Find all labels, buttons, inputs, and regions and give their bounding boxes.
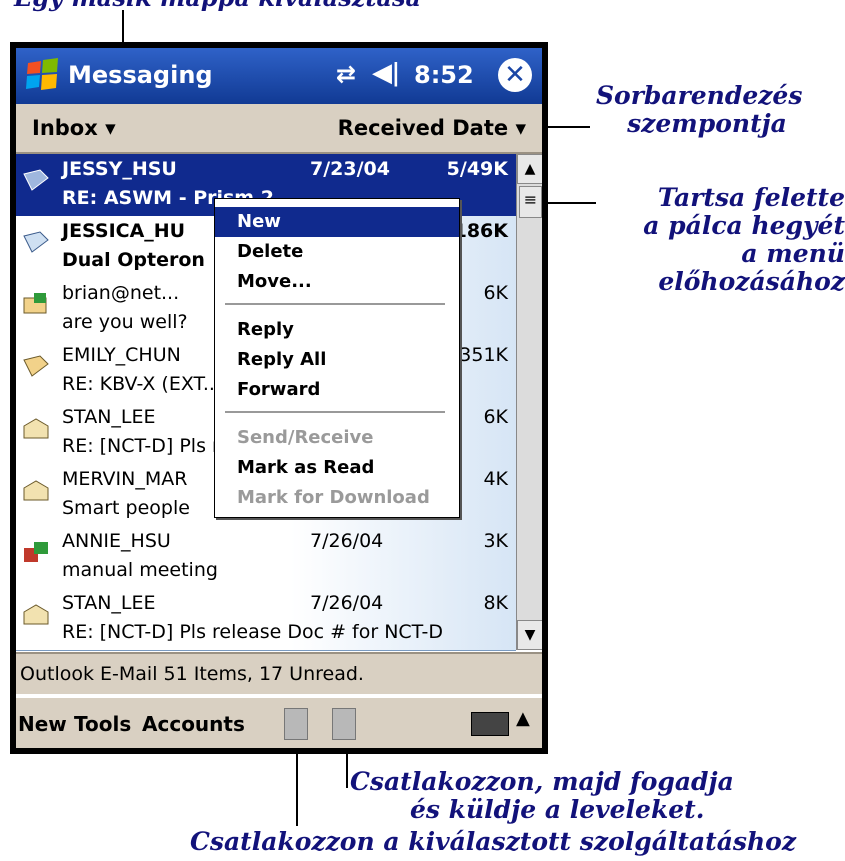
message-from: ANNIE_HSU — [62, 530, 171, 552]
clock[interactable]: 8:52 — [414, 61, 474, 89]
close-button[interactable]: ✕ — [498, 58, 532, 92]
message-from: brian@net... — [62, 282, 180, 304]
message-subject: manual meeting — [62, 559, 218, 581]
annotation-hold: Tartsa felette a pálca hegyét a menü elő… — [560, 184, 845, 296]
folder-dropdown[interactable]: Inbox ▾ — [32, 116, 116, 140]
annotation-send-line2: és küldje a leveleket. — [410, 795, 705, 824]
message-subject: are you well? — [62, 311, 188, 333]
list-item[interactable]: STAN_LEE 7/26/04 8K RE: [NCT-D] Pls rele… — [16, 588, 516, 651]
chevron-down-icon: ▾ — [515, 116, 526, 140]
menu-item-move[interactable]: Move... — [215, 267, 459, 297]
folder-name: Inbox — [32, 116, 98, 140]
folder-bar: Inbox ▾ Received Date ▾ — [16, 104, 542, 154]
menu-item-forward[interactable]: Forward — [215, 375, 459, 405]
annotation-hold-line1: Tartsa felette — [657, 183, 845, 212]
message-size: 3K — [483, 530, 508, 552]
message-subject: Dual Opteron — [62, 249, 205, 271]
tools-menu[interactable]: Tools — [74, 712, 131, 736]
message-subject: RE: KBV-X (EXT...) — [62, 373, 229, 395]
reply-mail-icon — [23, 231, 49, 253]
annotation-hold-line3: a menü előhozásához — [658, 239, 845, 296]
messaging-screen: Messaging ⇄ ◀ǀ 8:52 ✕ Inbox ▾ Received D… — [16, 48, 542, 748]
message-size: 186K — [453, 220, 508, 242]
menu-item-mark-as-read[interactable]: Mark as Read — [215, 453, 459, 483]
message-subject: Smart people — [62, 497, 190, 519]
message-from: STAN_LEE — [62, 406, 156, 428]
command-bar: New Tools Accounts ▲ — [16, 696, 542, 748]
message-from: JESSICA_HU — [62, 220, 186, 242]
sort-label: Received Date — [337, 116, 509, 140]
message-date: 7/26/04 — [310, 530, 384, 552]
menu-item-send-receive: Send/Receive — [237, 427, 374, 448]
new-button[interactable]: New — [18, 712, 67, 736]
annotation-send: Csatlakozzon, majd fogadja és küldje a l… — [350, 768, 734, 824]
attachment-mail-icon — [23, 293, 47, 314]
windows-start-icon[interactable] — [24, 55, 62, 93]
read-mail-icon — [23, 604, 49, 625]
menu-item-mark-for-download: Mark for Download — [237, 487, 430, 508]
message-from: MERVIN_MAR — [62, 468, 188, 490]
annotation-connect: Csatlakozzon a kiválasztott szolgáltatás… — [190, 827, 797, 856]
scroll-thumb[interactable]: ≡ — [519, 186, 542, 218]
send-receive-icon[interactable] — [332, 708, 356, 740]
message-size: 6K — [483, 406, 508, 428]
menu-item-new[interactable]: New — [215, 207, 459, 237]
sort-dropdown[interactable]: Received Date ▾ — [338, 116, 526, 140]
volume-icon[interactable]: ◀ǀ — [372, 58, 400, 88]
context-menu: New Delete Move... Reply Reply All Forwa… — [214, 198, 460, 518]
message-size: 5/49K — [446, 158, 508, 180]
menu-separator — [225, 303, 445, 305]
message-from: JESSY_HSU — [62, 158, 177, 180]
message-from: EMILY_CHUN — [62, 344, 181, 366]
chevron-up-icon[interactable]: ▲ — [516, 708, 530, 729]
annotation-sort-line1: Sorbarendezés — [596, 81, 803, 110]
annotation-send-line1: Csatlakozzon, majd fogadja — [350, 767, 734, 796]
annotation-top-partial: Egy másik mappa kiválasztása — [14, 0, 421, 12]
connect-icon[interactable] — [284, 708, 308, 740]
status-bar: Outlook E-Mail 51 Items, 17 Unread. — [16, 652, 542, 694]
scroll-down-icon[interactable]: ▼ — [517, 620, 542, 650]
accounts-menu[interactable]: Accounts — [142, 712, 245, 736]
message-date: 7/26/04 — [310, 592, 384, 614]
list-item[interactable]: ANNIE_HSU 7/26/04 3K manual meeting — [16, 526, 516, 589]
app-title: Messaging — [68, 61, 213, 89]
message-size: 4K — [483, 468, 508, 490]
annotation-hold-line2: a pálca hegyét — [643, 211, 845, 240]
scroll-up-icon[interactable]: ▲ — [517, 154, 542, 184]
scrollbar[interactable]: ▲ ≡ ▼ — [516, 154, 542, 650]
chevron-down-icon: ▾ — [105, 116, 116, 140]
annotation-sort: Sorbarendezés szempontja — [596, 81, 803, 138]
message-from: STAN_LEE — [62, 592, 156, 614]
message-subject: RE: [NCT-D] Pls release Doc # for NCT-D — [62, 621, 444, 643]
message-date: 7/23/04 — [310, 158, 390, 180]
keyboard-icon[interactable] — [471, 712, 509, 736]
read-mail-icon — [23, 480, 49, 501]
message-size: 8K — [483, 592, 508, 614]
menu-item-delete[interactable]: Delete — [215, 237, 459, 267]
forward-mail-icon — [23, 355, 49, 377]
menu-item-reply-all[interactable]: Reply All — [215, 345, 459, 375]
menu-separator — [225, 411, 445, 413]
read-mail-icon — [23, 418, 49, 439]
title-bar: Messaging ⇄ ◀ǀ 8:52 ✕ — [16, 48, 542, 104]
reply-mail-icon — [23, 169, 49, 191]
annotation-sort-line2: szempontja — [627, 109, 787, 138]
menu-item-reply[interactable]: Reply — [215, 315, 459, 345]
message-size: 351K — [459, 344, 508, 366]
sync-icon[interactable]: ⇄ — [336, 60, 356, 88]
message-size: 6K — [483, 282, 508, 304]
meeting-request-icon — [24, 542, 48, 562]
